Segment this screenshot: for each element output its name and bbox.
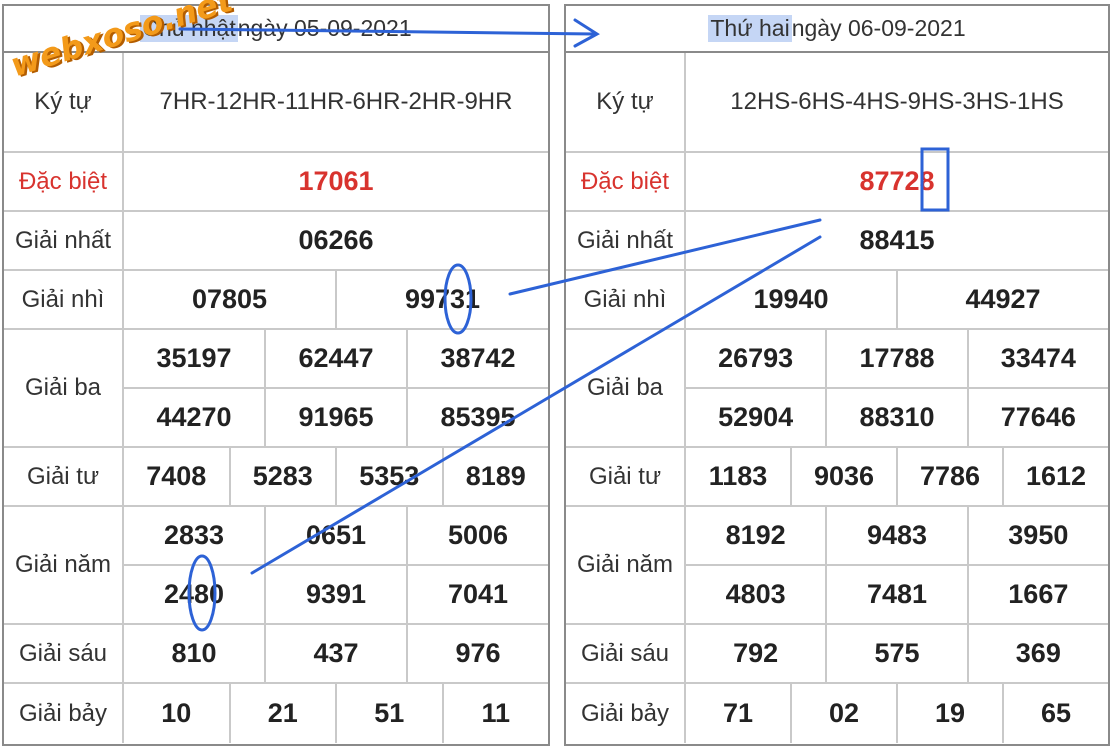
prize-row: Giải năm 2833 0651 5006 2480 9391 7041 — [4, 507, 548, 625]
prize-number: 06266 — [298, 225, 374, 255]
prize-number: 21 — [231, 684, 337, 743]
prize-number: 8189 — [465, 461, 526, 491]
prize-label: Giải ba — [4, 330, 124, 446]
prize-number: 88415 — [859, 225, 935, 255]
prize-number: 87728 — [859, 166, 935, 196]
prize-number: 437 — [266, 625, 408, 682]
prize-row: Giải tư 7408 5283 5353 8189 — [4, 448, 548, 507]
prize-number: 1667 — [1008, 579, 1069, 609]
prize-label: Giải sáu — [566, 625, 686, 682]
prize-number: 7786 — [898, 448, 1004, 505]
prize-number: 575 — [827, 625, 969, 682]
prize-number: 44270 — [124, 389, 266, 446]
prize-number: 4803 — [686, 566, 828, 623]
prize-number: 33474 — [1000, 343, 1076, 373]
prize-label: Giải bảy — [4, 684, 124, 743]
prize-row: Giải năm 8192 9483 3950 4803 7481 1667 — [566, 507, 1108, 625]
prize-number: 26793 — [686, 330, 828, 387]
prize-row: Giải ba 35197 62447 38742 44270 91965 85395 — [4, 330, 548, 448]
prize-number: 5353 — [337, 448, 444, 505]
prize-number: 77646 — [1000, 402, 1076, 432]
prize-row: Giải bảy 10 21 51 11 — [4, 684, 548, 743]
prize-label: Giải bảy — [566, 684, 686, 743]
prize-label: Giải nhất — [566, 212, 686, 269]
prize-label: Giải năm — [566, 507, 686, 623]
date-header: Thứ hai ngày 06-09-2021 — [566, 6, 1108, 53]
prize-number: 5283 — [231, 448, 337, 505]
prize-number: 7481 — [827, 566, 969, 623]
code-value: 12HS-6HS-4HS-9HS-3HS-1HS — [730, 88, 1064, 116]
prize-number: 9036 — [792, 448, 898, 505]
prize-number: 44927 — [965, 284, 1041, 314]
prize-number: 02 — [792, 684, 898, 743]
prize-number: 19 — [898, 684, 1004, 743]
code-label: Ký tự — [566, 53, 686, 151]
results-table-left: Chủ nhật ngày 05-09-2021 Ký tự 7HR-12HR-… — [2, 4, 550, 746]
prize-number: 11 — [481, 698, 511, 728]
prize-number: 51 — [337, 684, 444, 743]
prize-number: 19940 — [686, 271, 898, 328]
prize-label: Giải ba — [566, 330, 686, 446]
prize-number: 5006 — [447, 520, 509, 550]
prize-row: Giải nhất 06266 — [4, 212, 548, 271]
weekday-highlight: Thứ hai — [708, 15, 792, 42]
prize-row: Giải tư 1183 9036 7786 1612 — [566, 448, 1108, 507]
prize-label: Giải nhì — [4, 271, 124, 328]
prize-number: 07805 — [124, 271, 337, 328]
prize-label: Giải sáu — [4, 625, 124, 682]
prize-label: Giải nhất — [4, 212, 124, 269]
prize-number: 52904 — [686, 389, 828, 446]
prize-row: Đặc biệt 87728 — [566, 153, 1108, 212]
prize-number: 91965 — [266, 389, 408, 446]
prize-number: 2833 — [124, 507, 266, 564]
prize-row: Đặc biệt 17061 — [4, 153, 548, 212]
prize-number: 7041 — [447, 579, 509, 609]
date-text: ngày 05-09-2021 — [237, 15, 412, 41]
prize-label: Đặc biệt — [4, 153, 124, 210]
prize-number: 35197 — [124, 330, 266, 387]
prize-number: 976 — [455, 638, 501, 668]
prize-label: Giải nhì — [566, 271, 686, 328]
prize-number: 9391 — [266, 566, 408, 623]
prize-number: 17788 — [827, 330, 969, 387]
prize-number: 62447 — [266, 330, 408, 387]
prize-number: 9483 — [827, 507, 969, 564]
prize-number: 85395 — [440, 402, 516, 432]
prize-number: 1183 — [686, 448, 792, 505]
prize-number: 10 — [124, 684, 231, 743]
date-text: ngày 06-09-2021 — [791, 15, 966, 41]
prize-row: Giải nhì 19940 44927 — [566, 271, 1108, 330]
prize-number: 88310 — [827, 389, 969, 446]
prize-number: 7408 — [124, 448, 231, 505]
code-row: Ký tự 7HR-12HR-11HR-6HR-2HR-9HR — [4, 53, 548, 153]
prize-label: Đặc biệt — [566, 153, 686, 210]
code-row: Ký tự 12HS-6HS-4HS-9HS-3HS-1HS — [566, 53, 1108, 153]
prize-number: 792 — [686, 625, 828, 682]
prize-label: Giải năm — [4, 507, 124, 623]
prize-row: Giải nhất 88415 — [566, 212, 1108, 271]
prize-number: 3950 — [1008, 520, 1069, 550]
results-table-right: Thứ hai ngày 06-09-2021 Ký tự 12HS-6HS-4… — [564, 4, 1110, 746]
prize-number: 65 — [1040, 698, 1072, 728]
prize-number: 71 — [686, 684, 792, 743]
prize-number: 99731 — [404, 284, 481, 314]
prize-number: 1612 — [1025, 461, 1087, 491]
code-value: 7HR-12HR-11HR-6HR-2HR-9HR — [159, 88, 513, 116]
prize-row: Giải bảy 71 02 19 65 — [566, 684, 1108, 743]
prize-number: 2480 — [124, 566, 266, 623]
prize-row: Giải sáu 810 437 976 — [4, 625, 548, 684]
prize-label: Giải tư — [4, 448, 124, 505]
prize-row: Giải nhì 07805 99731 — [4, 271, 548, 330]
prize-label: Giải tư — [566, 448, 686, 505]
prize-number: 0651 — [266, 507, 408, 564]
prize-number: 17061 — [298, 166, 374, 196]
prize-number: 8192 — [686, 507, 828, 564]
prize-number: 810 — [124, 625, 266, 682]
prize-number: 369 — [1015, 638, 1061, 668]
prize-row: Giải sáu 792 575 369 — [566, 625, 1108, 684]
prize-row: Giải ba 26793 17788 33474 52904 88310 77646 — [566, 330, 1108, 448]
prize-number: 38742 — [440, 343, 516, 373]
